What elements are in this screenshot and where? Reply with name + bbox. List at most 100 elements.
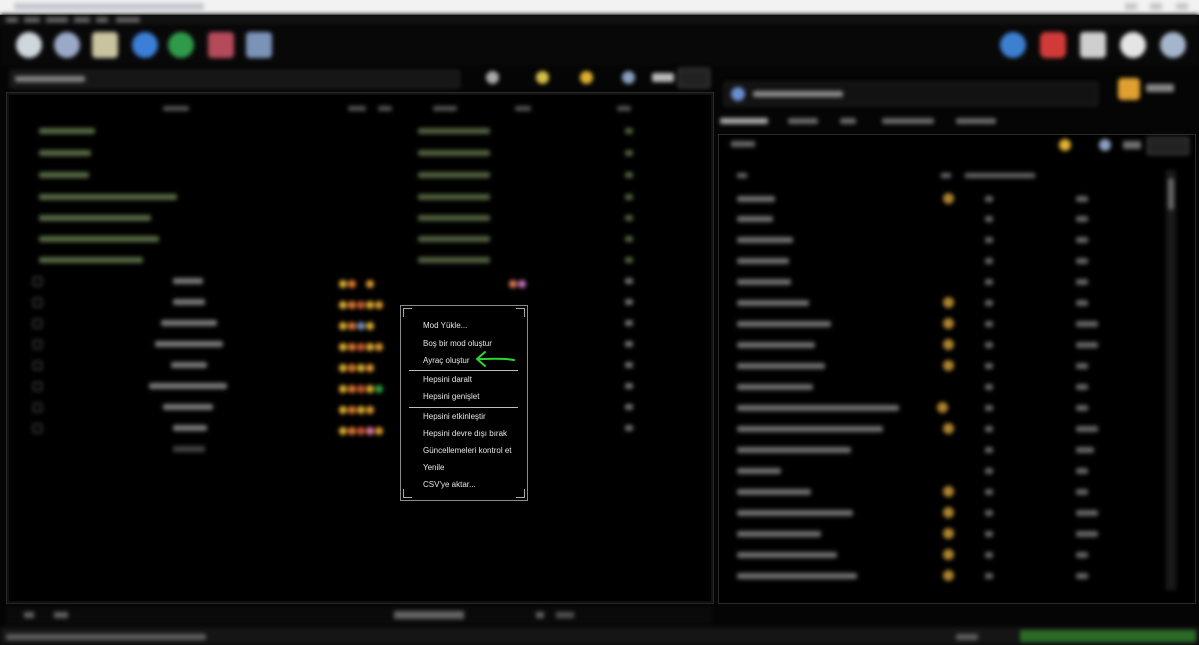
view-toggle[interactable] xyxy=(678,68,710,88)
table-row[interactable] xyxy=(731,444,1171,456)
menu-item[interactable] xyxy=(46,17,68,23)
minimize-button[interactable] xyxy=(1125,3,1137,10)
separator-row[interactable] xyxy=(23,380,703,393)
filter-icon[interactable] xyxy=(1099,139,1111,151)
menu-item-enable-all[interactable]: Hepsini etkinleştir xyxy=(423,410,486,424)
list-item[interactable] xyxy=(23,125,703,137)
tab-downloads[interactable] xyxy=(956,118,996,124)
list-item[interactable] xyxy=(23,147,703,159)
table-row[interactable] xyxy=(731,570,1171,582)
tab-plugins[interactable] xyxy=(720,118,768,124)
table-row[interactable] xyxy=(731,255,1171,267)
table-row[interactable] xyxy=(731,276,1171,288)
list-item[interactable] xyxy=(23,233,703,245)
close-button[interactable] xyxy=(1176,3,1188,10)
settings-icon[interactable] xyxy=(16,32,42,58)
menu-item[interactable] xyxy=(24,17,40,23)
sort-label xyxy=(731,141,755,147)
menu-item-disable-all[interactable]: Hepsini devre dışı bırak xyxy=(423,427,507,441)
category-filter[interactable] xyxy=(394,611,464,619)
tab-archives[interactable] xyxy=(788,118,818,124)
web-icon[interactable] xyxy=(132,32,158,58)
star-icon[interactable] xyxy=(580,71,593,84)
table-row[interactable] xyxy=(731,486,1171,498)
menu-item-check-updates[interactable]: Güncellemeleri kontrol et xyxy=(423,444,511,458)
menu-item-refresh[interactable]: Yenile xyxy=(423,461,445,475)
wrench-icon[interactable] xyxy=(246,32,272,58)
menu-item-install-mod[interactable]: Mod Yükle... xyxy=(423,319,467,333)
menu-item-collapse-all[interactable]: Hepsini daralt xyxy=(423,373,472,387)
menu-item-expand-all[interactable]: Hepsini genişlet xyxy=(423,390,479,404)
table-row[interactable] xyxy=(731,381,1171,393)
heart-icon[interactable] xyxy=(1040,32,1066,58)
list-item[interactable] xyxy=(23,191,703,203)
executable-select[interactable] xyxy=(724,82,1098,106)
run-icon[interactable] xyxy=(1000,32,1026,58)
run-button[interactable] xyxy=(1118,78,1140,100)
menu-item-create-separator[interactable]: Ayraç oluştur xyxy=(423,354,470,368)
table-row[interactable] xyxy=(731,465,1171,477)
home-icon[interactable] xyxy=(1080,32,1106,58)
menu-item[interactable] xyxy=(74,17,90,23)
separator-row[interactable] xyxy=(23,422,703,435)
update-icon[interactable] xyxy=(1160,32,1186,58)
plugin-list-scrollbar[interactable] xyxy=(1166,170,1176,590)
collapse-button[interactable] xyxy=(24,612,34,618)
table-row[interactable] xyxy=(731,402,1171,414)
right-tabs xyxy=(718,112,1194,132)
table-row[interactable] xyxy=(731,193,1171,205)
menu-corner xyxy=(403,489,412,498)
status-badge xyxy=(1020,630,1196,642)
view-toggle[interactable] xyxy=(1147,137,1189,155)
menu-corner xyxy=(516,489,525,498)
separator-row[interactable] xyxy=(23,338,703,351)
table-row[interactable] xyxy=(731,528,1171,540)
menu-item-export-csv[interactable]: CSV'ye aktar... xyxy=(423,478,476,492)
menu-item[interactable] xyxy=(6,17,18,23)
sort-button[interactable] xyxy=(652,73,674,82)
menu-bar xyxy=(0,14,1199,26)
profile-icon[interactable] xyxy=(486,71,499,84)
archive-icon[interactable] xyxy=(536,71,549,84)
list-item[interactable] xyxy=(23,443,703,455)
filter-button[interactable] xyxy=(54,612,68,618)
table-row[interactable] xyxy=(731,318,1171,330)
menu-corner xyxy=(516,308,525,317)
table-row[interactable] xyxy=(731,234,1171,246)
table-row[interactable] xyxy=(731,423,1171,435)
dropdown-icon[interactable] xyxy=(536,612,544,618)
menu-item-create-empty-mod[interactable]: Boş bir mod oluştur xyxy=(423,337,492,351)
list-item[interactable] xyxy=(23,212,703,224)
sort-button[interactable] xyxy=(1123,141,1141,149)
search-icon[interactable] xyxy=(54,32,80,58)
tab-data[interactable] xyxy=(840,118,856,124)
tab-saves[interactable] xyxy=(882,118,934,124)
list-item[interactable] xyxy=(23,254,703,266)
run-label xyxy=(1146,84,1174,92)
separator-row[interactable] xyxy=(23,275,703,288)
table-row[interactable] xyxy=(731,507,1171,519)
menu-item[interactable] xyxy=(96,17,108,23)
table-row[interactable] xyxy=(731,549,1171,561)
plugin-list-panel xyxy=(718,134,1196,604)
maximize-button[interactable] xyxy=(1150,3,1162,10)
search-input[interactable] xyxy=(556,612,574,618)
tools-icon[interactable] xyxy=(208,32,234,58)
help-icon[interactable] xyxy=(1120,32,1146,58)
profile-select[interactable] xyxy=(10,70,460,88)
separator-row[interactable] xyxy=(23,317,703,330)
filter-icon[interactable] xyxy=(622,71,635,84)
download-icon[interactable] xyxy=(168,32,194,58)
list-item[interactable] xyxy=(23,169,703,181)
table-row[interactable] xyxy=(731,360,1171,372)
separator-row[interactable] xyxy=(23,296,703,309)
context-menu: Mod Yükle... Boş bir mod oluştur Ayraç o… xyxy=(400,305,528,501)
table-row[interactable] xyxy=(731,213,1171,225)
separator-row[interactable] xyxy=(23,359,703,372)
menu-item[interactable] xyxy=(116,17,140,23)
star-icon[interactable] xyxy=(1059,139,1071,151)
separator-row[interactable] xyxy=(23,401,703,414)
folder-icon[interactable] xyxy=(92,32,118,58)
table-row[interactable] xyxy=(731,297,1171,309)
table-row[interactable] xyxy=(731,339,1171,351)
